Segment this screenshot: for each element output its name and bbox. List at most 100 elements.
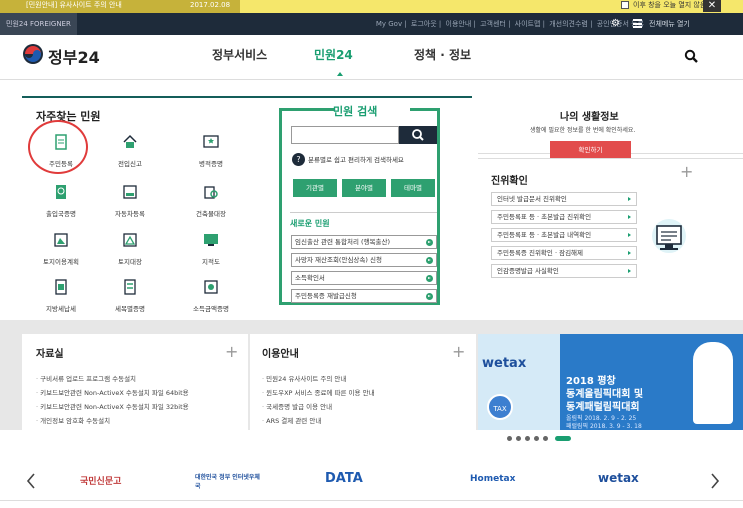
util-link-logout[interactable]: 로그아웃 (411, 20, 437, 28)
util-link-sitemap[interactable]: 사이트맵 (515, 20, 541, 28)
partner-logo-epost[interactable]: 대한민국 정부 인터넷우체국 (195, 472, 265, 490)
nav-policy[interactable]: 정책 · 정보 (414, 46, 471, 63)
guide-list: 민원24 유사사이트 주의 안내 윈도우XP 서비스 종료에 따른 이용 안내 … (262, 372, 375, 428)
util-link-help[interactable]: 고객센터 (480, 20, 506, 28)
certificate-icon (203, 135, 219, 148)
fav-item-land-register[interactable]: 토지대장 (100, 232, 160, 266)
notice-text[interactable]: [민원안내] 유사사이트 주의 안내 (26, 0, 122, 11)
minwon-search-button[interactable] (399, 126, 437, 144)
plus-icon[interactable]: + (680, 162, 693, 181)
fav-item-local-tax[interactable]: 지방세납세 (31, 279, 91, 313)
by-theme-button[interactable]: 테마별 (391, 179, 435, 197)
logo-text[interactable]: 정부24 (48, 44, 100, 68)
taegeuk-logo-icon[interactable] (22, 43, 44, 65)
fav-item-immigration[interactable]: 출입국증명 (31, 184, 91, 218)
util-link-guide[interactable]: 이용안내 (446, 20, 472, 28)
tax-badge: TAX (487, 394, 513, 420)
fav-label: 건축물대장 (196, 210, 226, 218)
new-minwon-item[interactable]: 사망자 재산조회(안심상속) 신청 (291, 253, 437, 267)
banner-dates-2: 패럴림픽 2018. 3. 9 - 3. 18 (566, 423, 642, 430)
life-info-confirm-button[interactable]: 확인하기 (550, 141, 631, 159)
util-link-feedback[interactable]: 개선의견수렴 (549, 20, 588, 28)
fav-item-land-use[interactable]: 토지이용계획 (31, 232, 91, 266)
chevron-left-icon[interactable] (26, 473, 36, 489)
fav-item-tax-item[interactable]: 세목별증명 (100, 279, 160, 313)
arrow-icon (426, 275, 433, 282)
util-links: My Gov | 로그아웃 | 이용안내 | 고객센터 | 사이트맵 | 개선의… (375, 20, 644, 28)
partner-logo-wetax[interactable]: wetax (598, 471, 639, 485)
partner-logo-data[interactable]: DATA (325, 471, 363, 486)
hide-today-checkbox[interactable] (621, 1, 629, 9)
guide-item[interactable]: ARS 결제 관련 안내 (262, 414, 375, 428)
partner-logo-sinmungo[interactable]: 국민신문고 (80, 474, 121, 487)
arrow-icon (628, 197, 632, 201)
by-agency-button[interactable]: 기관별 (293, 179, 337, 197)
building-icon (204, 186, 218, 199)
foreigner-link[interactable]: 민원24 FOREIGNER (0, 13, 77, 35)
header: 정부24 정부서비스 민원24 정책 · 정보 (0, 35, 743, 80)
fav-item-cadastral[interactable]: 지적도 (181, 232, 241, 266)
new-minwon-label: 사망자 재산조회(안심상속) 신청 (295, 256, 382, 264)
fav-label: 전입신고 (118, 160, 142, 168)
fav-label: 소득금액증명 (193, 305, 229, 313)
id-check-item[interactable]: 주민등록표 등 · 초본발급 내역확인 (491, 228, 637, 242)
fav-label: 출입국증명 (46, 210, 76, 218)
nav-minwon24[interactable]: 민원24 (314, 46, 353, 63)
plus-icon[interactable]: + (452, 344, 465, 360)
id-check-item[interactable]: 인감증명발급 사실확인 (491, 264, 637, 278)
id-check-item[interactable]: 주민등록증 진위확인 · 잠김해제 (491, 246, 637, 260)
fav-label: 지적도 (202, 258, 220, 266)
utility-bar: 민원24 FOREIGNER My Gov | 로그아웃 | 이용안내 | 고객… (0, 13, 743, 35)
fav-item-vehicle[interactable]: 자동차등록 (100, 184, 160, 218)
data-room-list: 구비서류 업로드 프로그램 수동설치 키보드보안관련 Non-ActiveX 수… (36, 372, 189, 428)
plus-icon[interactable]: + (225, 344, 238, 360)
banner-pagination[interactable] (507, 436, 587, 442)
all-menu-link[interactable]: 전체메뉴 열기 (649, 13, 690, 35)
register-icon (123, 185, 137, 199)
fav-label: 지방세납세 (46, 305, 76, 313)
guide-item[interactable]: 민원24 유사사이트 주의 안내 (262, 372, 375, 386)
by-field-button[interactable]: 분야별 (342, 179, 386, 197)
fav-item-military[interactable]: 병적증명 (181, 134, 241, 168)
promo-banner[interactable]: wetax TAX 2018 평창 동계올림픽대회 및 동계패럴림픽대회 올림픽… (478, 334, 743, 430)
notice-bar: [민원안내] 유사사이트 주의 안내 2017.02.08 이후 창을 오늘 열… (0, 0, 743, 13)
data-room-item[interactable]: 키보드보안관련 Non-ActiveX 수동설치 파일 64bit용 (36, 386, 188, 400)
data-room-item[interactable]: 키보드보안관련 Non-ActiveX 수동설치 파일 32bit용 (36, 400, 188, 414)
search-icon[interactable] (684, 49, 698, 63)
id-check-label: 인감증명발급 사실확인 (497, 267, 559, 275)
new-minwon-item[interactable]: 소득확인서 (291, 271, 437, 285)
tax-doc-icon (55, 279, 67, 295)
arrow-icon (426, 239, 433, 246)
fav-item-move-in[interactable]: 전입신고 (100, 134, 160, 168)
banner-title-3: 동계패럴림픽대회 (566, 402, 640, 413)
mascot-name: 수호랑 (700, 413, 723, 422)
nav-active-indicator (337, 72, 343, 76)
wetax-logo: wetax (482, 356, 527, 371)
new-minwon-title: 새로운 민원 (290, 219, 330, 228)
notice-date: 2017.02.08 (190, 1, 231, 9)
new-minwon-item[interactable]: 임신출산 관련 통합처리 (행복출산) (291, 235, 437, 249)
guide-item[interactable]: 국세증명 발급 이용 안내 (262, 400, 375, 414)
passport-icon (56, 185, 66, 199)
gear-icon[interactable]: ⚙ (611, 19, 621, 29)
fav-item-building[interactable]: 건축물대장 (181, 184, 241, 218)
menu-icon[interactable] (633, 19, 642, 28)
guide-item[interactable]: 윈도우XP 서비스 종료에 따른 이용 안내 (262, 386, 374, 400)
income-doc-icon (204, 280, 218, 294)
fav-item-income[interactable]: 소득금액증명 (181, 279, 241, 313)
nav-gov-service[interactable]: 정부서비스 (212, 46, 267, 63)
id-check-item[interactable]: 주민등록표 등 · 초본발급 진위확인 (491, 210, 637, 224)
id-check-item[interactable]: 인터넷 발급문서 진위확인 (491, 192, 637, 206)
data-room-item[interactable]: 구비서류 업로드 프로그램 수동설치 (36, 372, 189, 386)
util-link-mygov[interactable]: My Gov (376, 20, 402, 28)
arrow-icon (426, 257, 433, 264)
new-minwon-item[interactable]: 주민등록증 재발급신청 (291, 289, 437, 303)
close-icon[interactable]: ✕ (703, 0, 721, 12)
arrow-icon (628, 269, 632, 273)
arrow-icon (628, 233, 632, 237)
data-room-item[interactable]: 개인정보 암호화 수동설치 (36, 414, 189, 428)
partner-logo-hometax[interactable]: Hometax (470, 474, 515, 484)
chevron-right-icon[interactable] (710, 473, 720, 489)
minwon-search-input[interactable] (291, 126, 399, 144)
new-minwon-label: 소득확인서 (295, 274, 325, 282)
